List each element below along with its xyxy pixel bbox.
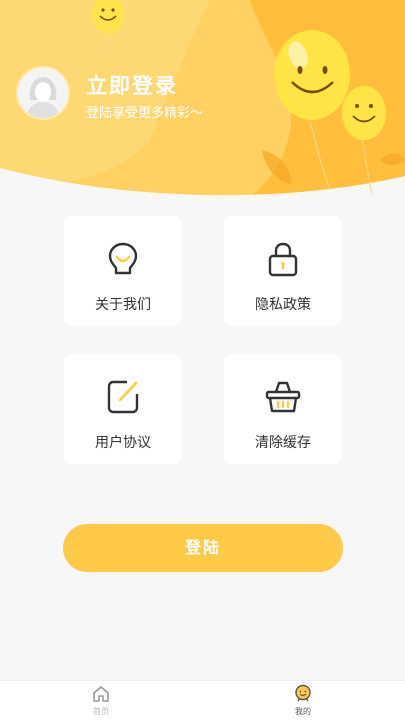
profile-smile-icon <box>295 684 311 702</box>
about-us-card[interactable]: 关于我们 <box>64 216 182 326</box>
privacy-policy-card[interactable]: 隐私政策 <box>224 216 342 326</box>
login-title[interactable]: 立即登录 <box>86 70 178 100</box>
login-button[interactable]: 登陆 <box>63 524 343 572</box>
default-avatar-icon <box>18 68 68 118</box>
edit-icon <box>105 378 141 416</box>
tab-mine[interactable]: 我的 <box>273 684 333 720</box>
user-agreement-card[interactable]: 用户协议 <box>64 354 182 464</box>
clear-cache-card[interactable]: 清除缓存 <box>224 354 342 464</box>
lock-icon <box>265 240 301 278</box>
basket-icon <box>265 378 301 416</box>
tab-mine-label: 我的 <box>295 707 311 716</box>
home-icon <box>93 686 109 702</box>
login-subtitle: 登陆享受更多精彩～ <box>86 106 204 121</box>
avatar[interactable] <box>16 66 70 120</box>
privacy-policy-label: 隐私政策 <box>255 297 311 313</box>
user-agreement-label: 用户协议 <box>95 435 151 451</box>
bulb-icon <box>105 240 141 278</box>
tab-home[interactable]: 首页 <box>71 684 131 720</box>
profile-header: 立即登录 登陆享受更多精彩～ <box>0 0 405 205</box>
tab-home-label: 首页 <box>93 707 109 716</box>
about-us-label: 关于我们 <box>95 297 151 313</box>
bottom-tab-bar: 首页 我的 <box>0 680 405 720</box>
clear-cache-label: 清除缓存 <box>255 435 311 451</box>
